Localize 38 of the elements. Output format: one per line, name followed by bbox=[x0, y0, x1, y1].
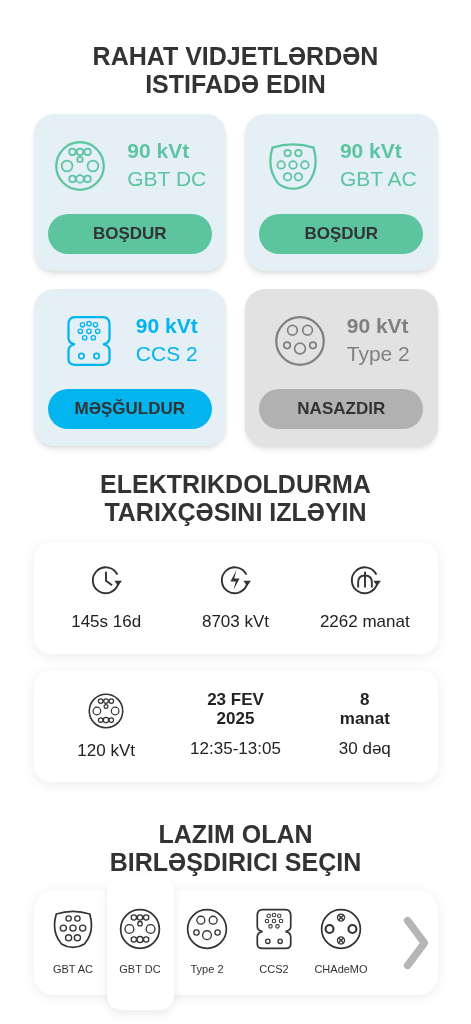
power-value: 90 kVt bbox=[346, 313, 410, 339]
connector-name: CCS 2 bbox=[135, 341, 198, 367]
status-button[interactable]: MƏŞĞULDUR bbox=[47, 389, 212, 429]
connector-icon bbox=[87, 692, 126, 731]
station-card[interactable]: 90 kVt GBT AC BOŞDUR bbox=[245, 114, 438, 271]
connector-option[interactable]: GBT DC bbox=[106, 875, 174, 1010]
connector-name: Type 2 bbox=[346, 341, 410, 367]
section-heading: RAHAT VIDJETLƏRDƏN ISTIFADƏ EDIN bbox=[91, 42, 380, 98]
connector-option[interactable]: CCS2 bbox=[240, 890, 308, 995]
total-value: 8703 kVt bbox=[201, 611, 270, 634]
section-heading: ELEKTRIKDOLDURMA TARIXÇƏSINI IZLƏYIN bbox=[99, 470, 372, 526]
status-button[interactable]: BOŞDUR bbox=[47, 214, 212, 254]
total-value: 2262 manat bbox=[319, 611, 410, 634]
power-value: 90 kVt bbox=[127, 138, 191, 164]
session-cost: 8 manat bbox=[338, 690, 391, 729]
connector-option[interactable]: GBT AC bbox=[39, 890, 107, 995]
chevron-right-icon[interactable] bbox=[401, 914, 430, 971]
connector-name: GBT DC bbox=[127, 166, 207, 192]
status-button[interactable]: BOŞDUR bbox=[259, 214, 424, 254]
power-value: 90 kVt bbox=[339, 138, 403, 164]
connector-icon bbox=[118, 907, 162, 952]
connector-icon bbox=[272, 314, 327, 368]
station-card[interactable]: 90 kVt CCS 2 MƏŞĞULDUR bbox=[33, 289, 226, 446]
session-date: 23 FEV 2025 bbox=[206, 690, 265, 729]
session-time: 12:35-13:05 bbox=[190, 738, 281, 761]
connector-icon bbox=[319, 907, 363, 952]
session-duration: 30 dəq bbox=[338, 738, 391, 761]
connector-name: GBT AC bbox=[339, 166, 417, 192]
station-card[interactable]: 90 kVt GBT DC BOŞDUR bbox=[33, 114, 226, 271]
connector-icon bbox=[53, 139, 108, 193]
power-value: 90 kVt bbox=[135, 313, 198, 339]
connector-option[interactable]: Type 2 bbox=[173, 890, 241, 995]
total-value: 145s 16d bbox=[71, 611, 142, 634]
session-card[interactable]: 120 kVt 23 FEV 2025 12:35-13:05 8 manat 30 dəq bbox=[33, 670, 438, 782]
connector-option[interactable]: CHAdeMO bbox=[307, 890, 375, 995]
session-power: 120 kVt bbox=[77, 740, 135, 763]
connector-icon bbox=[185, 907, 229, 952]
section-heading: LAZIM OLAN BIRLƏŞDIRICI SEÇIN bbox=[108, 820, 363, 876]
